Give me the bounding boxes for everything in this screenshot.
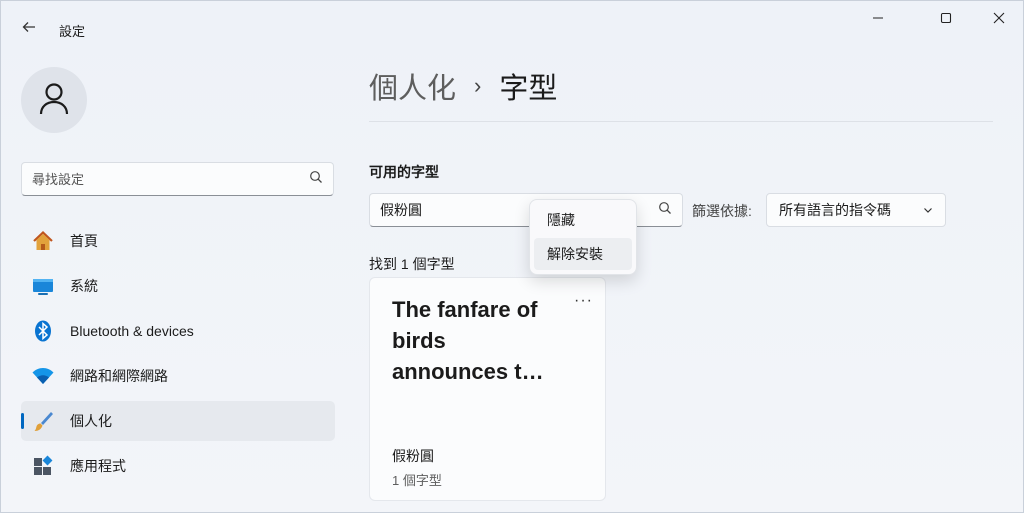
found-count: 找到 1 個字型 — [369, 256, 455, 272]
wifi-icon — [31, 364, 55, 388]
sidebar-nav: 首頁 系統 Bluetooth & devices 網路和網際網路 個人化 應用… — [21, 221, 335, 491]
more-options-icon[interactable]: ··· — [574, 292, 593, 310]
brush-icon — [31, 409, 55, 433]
font-preview-text: The fanfare of birds announces t… — [392, 297, 544, 384]
apps-icon — [31, 454, 55, 478]
sidebar-item-label: Bluetooth & devices — [70, 323, 194, 339]
font-face-count: 1 個字型 — [392, 473, 442, 488]
context-menu: 隱藏 解除安裝 — [529, 199, 637, 275]
maximize-icon — [940, 11, 952, 29]
breadcrumb: 個人化 › 字型 — [369, 65, 557, 107]
minimize-icon — [872, 11, 884, 29]
page-title: 字型 — [499, 73, 558, 105]
sidebar-item-personalization[interactable]: 個人化 — [21, 401, 335, 441]
minimize-button[interactable] — [855, 5, 901, 35]
sidebar-item-label: 個人化 — [70, 413, 112, 429]
user-icon — [38, 81, 70, 120]
available-fonts-heading: 可用的字型 — [369, 164, 439, 180]
home-icon — [31, 229, 55, 253]
menu-item-uninstall[interactable]: 解除安裝 — [534, 238, 632, 270]
close-button[interactable] — [976, 5, 1022, 35]
close-icon — [993, 11, 1005, 29]
sidebar-item-label: 系統 — [70, 278, 98, 294]
header-divider — [369, 121, 993, 122]
app-title: 設定 — [59, 24, 86, 39]
sidebar-item-bluetooth[interactable]: Bluetooth & devices — [21, 311, 335, 351]
filter-value: 所有語言的指令碼 — [779, 202, 891, 218]
breadcrumb-separator: › — [474, 73, 482, 98]
bluetooth-icon — [31, 319, 55, 343]
chevron-down-icon — [923, 202, 933, 218]
avatar[interactable] — [21, 67, 87, 133]
menu-item-hide[interactable]: 隱藏 — [534, 204, 632, 236]
settings-window: 設定 首頁 系統 — [0, 0, 1024, 513]
maximize-button[interactable] — [923, 5, 969, 35]
system-icon — [31, 274, 55, 298]
sidebar-item-system[interactable]: 系統 — [21, 266, 335, 306]
font-card[interactable]: The fanfare of birds announces t… ··· 假粉… — [369, 277, 606, 501]
sidebar-item-label: 網路和網際網路 — [70, 368, 168, 384]
filter-label: 篩選依據: — [692, 203, 752, 219]
search-icon[interactable] — [309, 170, 323, 189]
sidebar-item-apps[interactable]: 應用程式 — [21, 446, 335, 486]
settings-search-input[interactable] — [32, 171, 309, 187]
sidebar-item-home[interactable]: 首頁 — [21, 221, 335, 261]
back-button[interactable] — [15, 15, 43, 43]
sidebar-item-label: 首頁 — [70, 233, 98, 249]
back-arrow-icon — [21, 19, 37, 40]
sidebar-item-network[interactable]: 網路和網際網路 — [21, 356, 335, 396]
settings-search[interactable] — [21, 162, 334, 196]
breadcrumb-parent[interactable]: 個人化 — [369, 65, 456, 107]
search-icon[interactable] — [658, 201, 672, 220]
font-name: 假粉圓 — [392, 448, 434, 464]
sidebar-item-label: 應用程式 — [70, 458, 126, 474]
script-filter-dropdown[interactable]: 所有語言的指令碼 — [766, 193, 946, 227]
